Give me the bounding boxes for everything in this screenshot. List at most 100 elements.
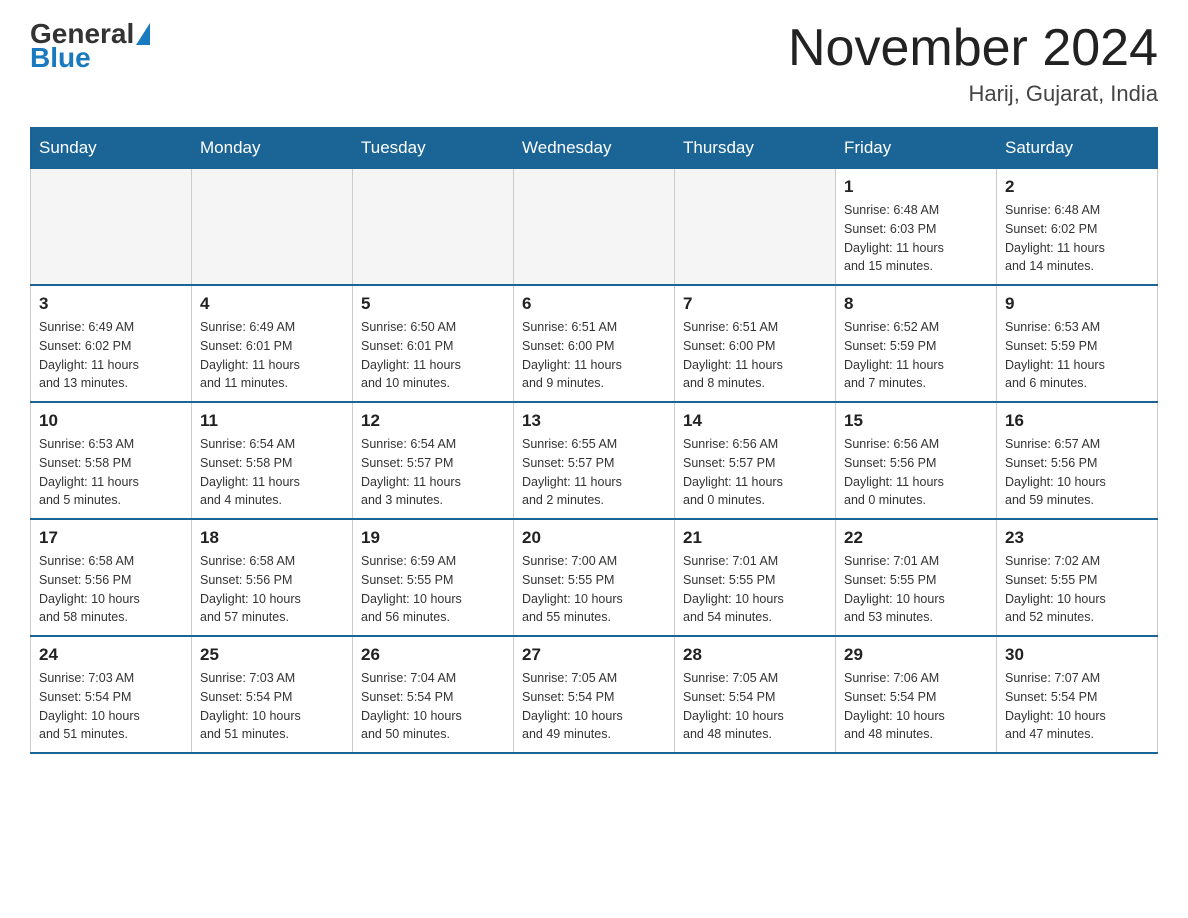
location-title: Harij, Gujarat, India — [788, 81, 1158, 107]
day-cell: 17 Sunrise: 6:58 AM Sunset: 5:56 PM Dayli… — [31, 519, 192, 636]
day-cell: 18 Sunrise: 6:58 AM Sunset: 5:56 PM Dayli… — [192, 519, 353, 636]
day-number: 5 — [361, 294, 505, 314]
weekday-header-friday: Friday — [836, 128, 997, 169]
weekday-header-thursday: Thursday — [675, 128, 836, 169]
day-info: Sunrise: 7:03 AM Sunset: 5:54 PM Dayligh… — [200, 669, 344, 744]
day-info: Sunrise: 6:58 AM Sunset: 5:56 PM Dayligh… — [39, 552, 183, 627]
day-number: 16 — [1005, 411, 1149, 431]
week-row-3: 10Sunrise: 6:53 AM Sunset: 5:58 PM Dayli… — [31, 402, 1158, 519]
day-cell: 3 Sunrise: 6:49 AM Sunset: 6:02 PM Daylig… — [31, 285, 192, 402]
day-info: Sunrise: 7:05 AM Sunset: 5:54 PM Dayligh… — [683, 669, 827, 744]
day-cell: 10Sunrise: 6:53 AM Sunset: 5:58 PM Dayli… — [31, 402, 192, 519]
day-info: Sunrise: 7:00 AM Sunset: 5:55 PM Dayligh… — [522, 552, 666, 627]
day-cell — [514, 169, 675, 286]
day-info: Sunrise: 6:56 AM Sunset: 5:57 PM Dayligh… — [683, 435, 827, 510]
day-number: 24 — [39, 645, 183, 665]
day-cell: 23 Sunrise: 7:02 AM Sunset: 5:55 PM Dayli… — [997, 519, 1158, 636]
day-number: 1 — [844, 177, 988, 197]
day-info: Sunrise: 7:05 AM Sunset: 5:54 PM Dayligh… — [522, 669, 666, 744]
page-header: General Blue November 2024 Harij, Gujara… — [30, 20, 1158, 107]
day-info: Sunrise: 6:51 AM Sunset: 6:00 PM Dayligh… — [683, 318, 827, 393]
day-number: 3 — [39, 294, 183, 314]
week-row-1: 1 Sunrise: 6:48 AM Sunset: 6:03 PM Daylig… — [31, 169, 1158, 286]
day-cell: 27 Sunrise: 7:05 AM Sunset: 5:54 PM Dayli… — [514, 636, 675, 753]
day-number: 13 — [522, 411, 666, 431]
day-number: 28 — [683, 645, 827, 665]
week-row-2: 3 Sunrise: 6:49 AM Sunset: 6:02 PM Daylig… — [31, 285, 1158, 402]
day-info: Sunrise: 6:48 AM Sunset: 6:02 PM Dayligh… — [1005, 201, 1149, 276]
day-cell: 1 Sunrise: 6:48 AM Sunset: 6:03 PM Daylig… — [836, 169, 997, 286]
day-info: Sunrise: 7:07 AM Sunset: 5:54 PM Dayligh… — [1005, 669, 1149, 744]
week-row-4: 17 Sunrise: 6:58 AM Sunset: 5:56 PM Dayli… — [31, 519, 1158, 636]
day-info: Sunrise: 6:53 AM Sunset: 5:59 PM Dayligh… — [1005, 318, 1149, 393]
day-cell: 7 Sunrise: 6:51 AM Sunset: 6:00 PM Daylig… — [675, 285, 836, 402]
weekday-header-monday: Monday — [192, 128, 353, 169]
day-number: 30 — [1005, 645, 1149, 665]
weekday-header-sunday: Sunday — [31, 128, 192, 169]
day-cell: 21Sunrise: 7:01 AM Sunset: 5:55 PM Dayli… — [675, 519, 836, 636]
day-number: 8 — [844, 294, 988, 314]
weekday-header-tuesday: Tuesday — [353, 128, 514, 169]
day-cell: 15Sunrise: 6:56 AM Sunset: 5:56 PM Dayli… — [836, 402, 997, 519]
day-cell: 20 Sunrise: 7:00 AM Sunset: 5:55 PM Dayli… — [514, 519, 675, 636]
day-info: Sunrise: 6:55 AM Sunset: 5:57 PM Dayligh… — [522, 435, 666, 510]
day-number: 2 — [1005, 177, 1149, 197]
day-number: 25 — [200, 645, 344, 665]
day-cell: 12 Sunrise: 6:54 AM Sunset: 5:57 PM Dayli… — [353, 402, 514, 519]
day-cell — [192, 169, 353, 286]
calendar-table: SundayMondayTuesdayWednesdayThursdayFrid… — [30, 127, 1158, 754]
day-number: 22 — [844, 528, 988, 548]
day-info: Sunrise: 6:52 AM Sunset: 5:59 PM Dayligh… — [844, 318, 988, 393]
day-cell: 4 Sunrise: 6:49 AM Sunset: 6:01 PM Daylig… — [192, 285, 353, 402]
day-info: Sunrise: 7:03 AM Sunset: 5:54 PM Dayligh… — [39, 669, 183, 744]
day-number: 14 — [683, 411, 827, 431]
day-cell: 24 Sunrise: 7:03 AM Sunset: 5:54 PM Dayli… — [31, 636, 192, 753]
day-info: Sunrise: 7:06 AM Sunset: 5:54 PM Dayligh… — [844, 669, 988, 744]
day-cell: 28 Sunrise: 7:05 AM Sunset: 5:54 PM Dayli… — [675, 636, 836, 753]
day-cell: 25 Sunrise: 7:03 AM Sunset: 5:54 PM Dayli… — [192, 636, 353, 753]
day-info: Sunrise: 6:48 AM Sunset: 6:03 PM Dayligh… — [844, 201, 988, 276]
day-number: 20 — [522, 528, 666, 548]
day-info: Sunrise: 6:59 AM Sunset: 5:55 PM Dayligh… — [361, 552, 505, 627]
weekday-header-wednesday: Wednesday — [514, 128, 675, 169]
day-info: Sunrise: 7:01 AM Sunset: 5:55 PM Dayligh… — [844, 552, 988, 627]
day-info: Sunrise: 6:50 AM Sunset: 6:01 PM Dayligh… — [361, 318, 505, 393]
day-info: Sunrise: 6:51 AM Sunset: 6:00 PM Dayligh… — [522, 318, 666, 393]
day-number: 15 — [844, 411, 988, 431]
day-cell — [675, 169, 836, 286]
weekday-header-row: SundayMondayTuesdayWednesdayThursdayFrid… — [31, 128, 1158, 169]
day-info: Sunrise: 7:04 AM Sunset: 5:54 PM Dayligh… — [361, 669, 505, 744]
day-cell: 14 Sunrise: 6:56 AM Sunset: 5:57 PM Dayli… — [675, 402, 836, 519]
day-info: Sunrise: 6:57 AM Sunset: 5:56 PM Dayligh… — [1005, 435, 1149, 510]
day-cell — [31, 169, 192, 286]
day-number: 17 — [39, 528, 183, 548]
day-info: Sunrise: 6:53 AM Sunset: 5:58 PM Dayligh… — [39, 435, 183, 510]
day-number: 7 — [683, 294, 827, 314]
day-cell: 2 Sunrise: 6:48 AM Sunset: 6:02 PM Daylig… — [997, 169, 1158, 286]
day-number: 27 — [522, 645, 666, 665]
day-number: 29 — [844, 645, 988, 665]
day-cell: 8 Sunrise: 6:52 AM Sunset: 5:59 PM Daylig… — [836, 285, 997, 402]
day-cell: 19 Sunrise: 6:59 AM Sunset: 5:55 PM Dayli… — [353, 519, 514, 636]
weekday-header-saturday: Saturday — [997, 128, 1158, 169]
day-number: 19 — [361, 528, 505, 548]
day-info: Sunrise: 6:58 AM Sunset: 5:56 PM Dayligh… — [200, 552, 344, 627]
day-info: Sunrise: 6:49 AM Sunset: 6:02 PM Dayligh… — [39, 318, 183, 393]
day-cell: 16 Sunrise: 6:57 AM Sunset: 5:56 PM Dayli… — [997, 402, 1158, 519]
day-number: 4 — [200, 294, 344, 314]
day-cell — [353, 169, 514, 286]
day-number: 12 — [361, 411, 505, 431]
day-number: 18 — [200, 528, 344, 548]
day-cell: 30 Sunrise: 7:07 AM Sunset: 5:54 PM Dayli… — [997, 636, 1158, 753]
day-info: Sunrise: 6:49 AM Sunset: 6:01 PM Dayligh… — [200, 318, 344, 393]
day-info: Sunrise: 7:01 AM Sunset: 5:55 PM Dayligh… — [683, 552, 827, 627]
day-cell: 11Sunrise: 6:54 AM Sunset: 5:58 PM Dayli… — [192, 402, 353, 519]
day-number: 26 — [361, 645, 505, 665]
day-number: 23 — [1005, 528, 1149, 548]
day-info: Sunrise: 7:02 AM Sunset: 5:55 PM Dayligh… — [1005, 552, 1149, 627]
day-number: 6 — [522, 294, 666, 314]
week-row-5: 24 Sunrise: 7:03 AM Sunset: 5:54 PM Dayli… — [31, 636, 1158, 753]
day-number: 11 — [200, 411, 344, 431]
day-info: Sunrise: 6:54 AM Sunset: 5:57 PM Dayligh… — [361, 435, 505, 510]
day-cell: 9Sunrise: 6:53 AM Sunset: 5:59 PM Daylig… — [997, 285, 1158, 402]
